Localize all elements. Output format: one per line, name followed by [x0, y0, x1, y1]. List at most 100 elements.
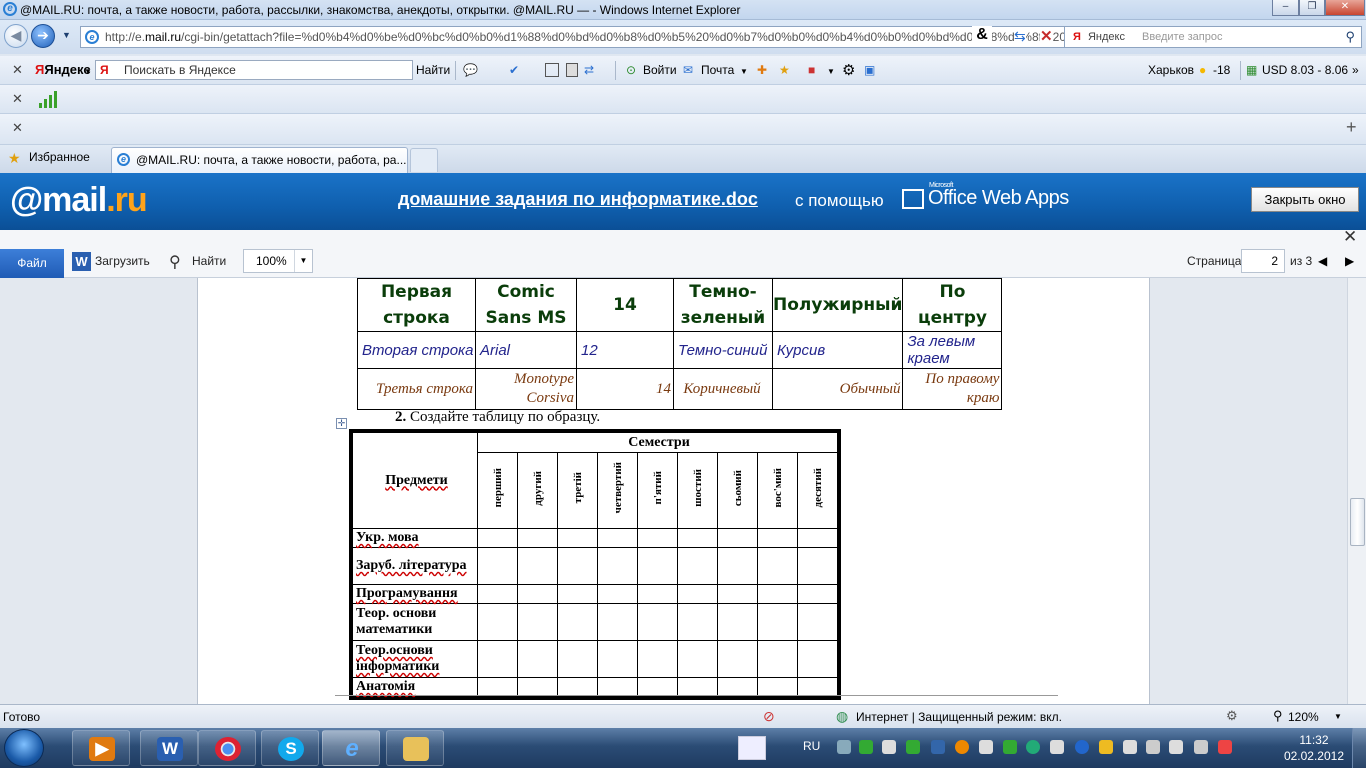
- tab-current[interactable]: e @MAIL.RU: почта, а также новости, рабо…: [111, 147, 408, 173]
- zoom-level[interactable]: 120%: [1288, 710, 1319, 724]
- clock[interactable]: 11:32 02.02.2012: [1284, 732, 1344, 764]
- taskbar-word[interactable]: W: [140, 730, 198, 766]
- system-tray: RU 11:32 02.02.2012: [738, 728, 1366, 768]
- table-cell: Вторая строка: [357, 331, 476, 369]
- subject-label: Анатомія: [356, 679, 416, 694]
- close-doc-icon[interactable]: ✕: [1343, 227, 1357, 247]
- tray-app-icon[interactable]: [979, 740, 993, 754]
- scrollbar-thumb[interactable]: [1350, 498, 1365, 546]
- tray-app-icon[interactable]: [882, 740, 896, 754]
- translate-page-icon[interactable]: ⇄: [584, 63, 594, 77]
- subject-cell: Укр. мова: [352, 528, 478, 548]
- weather-city[interactable]: Харьков: [1148, 63, 1194, 77]
- page-number-input[interactable]: 2: [1241, 249, 1285, 273]
- close-toolbar-icon[interactable]: ✕: [12, 91, 23, 107]
- address-bar[interactable]: e http://e.mail.ru/cgi-bin/getattach?fil…: [80, 26, 1090, 48]
- minimize-button[interactable]: –: [1272, 0, 1299, 16]
- vertical-scrollbar[interactable]: [1347, 278, 1366, 704]
- taskbar-ie[interactable]: e: [322, 730, 380, 766]
- start-button[interactable]: [4, 729, 44, 767]
- semester-header: п'ятий: [637, 452, 678, 529]
- table-row: Програмування: [352, 584, 838, 604]
- document-title-link[interactable]: домашние задания по информатике.doc: [398, 189, 758, 210]
- zoom-value: 100%: [256, 254, 287, 268]
- bookmarks-chevron-icon[interactable]: ▼: [827, 67, 835, 76]
- table-move-handle-icon[interactable]: ✛: [336, 418, 347, 429]
- prev-page-icon[interactable]: ◀: [1318, 254, 1327, 268]
- tray-app-icon[interactable]: [1003, 740, 1017, 754]
- yandex-find-button[interactable]: Найти: [416, 63, 450, 77]
- close-window-button[interactable]: ✕: [1325, 0, 1365, 16]
- add-icon[interactable]: +: [1346, 117, 1357, 138]
- gear-icon[interactable]: ⚙: [842, 61, 855, 79]
- volume-icon[interactable]: [1146, 740, 1160, 754]
- show-desktop-button[interactable]: [1352, 728, 1366, 768]
- zoom-chevron-icon[interactable]: ▼: [1334, 712, 1342, 721]
- yandex-brand[interactable]: ЯЯндекс: [35, 62, 91, 77]
- tablet-input-icon[interactable]: [738, 736, 766, 760]
- tray-app-icon[interactable]: [1026, 740, 1040, 754]
- download-button[interactable]: Загрузить: [95, 254, 150, 268]
- compat-view-icon[interactable]: &: [972, 26, 992, 44]
- tray-app-icon[interactable]: [955, 740, 969, 754]
- spellcheck-icon[interactable]: ✔: [509, 63, 519, 77]
- page-icon-button[interactable]: [566, 63, 578, 77]
- mailru-logo[interactable]: @mail.ru: [10, 181, 148, 220]
- search-icon[interactable]: ⚲: [1345, 27, 1355, 47]
- semester-header: вос'мий: [757, 452, 798, 529]
- semester-label: десятий: [811, 468, 824, 508]
- tray-app-icon[interactable]: [1050, 740, 1064, 754]
- protected-mode-icon[interactable]: ⚙: [1226, 708, 1238, 724]
- separator: [1240, 61, 1241, 80]
- refresh-icon[interactable]: ⇆: [1014, 28, 1026, 45]
- back-button[interactable]: ◀: [4, 24, 28, 48]
- bookmarks-icon[interactable]: ■: [808, 63, 815, 77]
- new-tab-button[interactable]: [410, 148, 438, 172]
- bookmark-add-icon[interactable]: ✚: [757, 63, 767, 77]
- tray-app-icon[interactable]: [1075, 740, 1089, 754]
- ie-search-box[interactable]: Я Яндекс Введите запрос ⚲: [1064, 26, 1362, 48]
- tray-app-icon[interactable]: [1218, 740, 1232, 754]
- stop-icon[interactable]: ✕: [1040, 27, 1053, 45]
- page-icon: e: [85, 30, 99, 44]
- currency-rate[interactable]: USD 8.03 - 8.06: [1262, 63, 1348, 77]
- taskbar-chrome[interactable]: [198, 730, 256, 766]
- close-window-button[interactable]: Закрыть окно: [1251, 187, 1359, 212]
- settings-icon[interactable]: ▣: [864, 63, 875, 77]
- tray-app-icon[interactable]: [1099, 740, 1113, 754]
- privacy-icon[interactable]: ⊘: [763, 708, 775, 725]
- mail-button[interactable]: Почта: [701, 63, 734, 77]
- zoom-select[interactable]: 100% ▼: [243, 249, 313, 273]
- history-dropdown-icon[interactable]: ▼: [62, 30, 71, 40]
- zoom-chevron-icon[interactable]: ▼: [294, 250, 312, 272]
- maximize-button[interactable]: ❐: [1299, 0, 1325, 16]
- tray-app-icon[interactable]: [1123, 740, 1137, 754]
- login-button[interactable]: Войти: [643, 63, 677, 77]
- table-cell: 14: [576, 368, 674, 410]
- favorites-star-icon[interactable]: ★: [779, 63, 790, 77]
- speech-bubble-icon[interactable]: 💬: [463, 63, 478, 77]
- tray-app-icon[interactable]: [837, 740, 851, 754]
- tray-app-icon[interactable]: [1194, 740, 1208, 754]
- forward-button[interactable]: ➔: [31, 24, 55, 48]
- tray-app-icon[interactable]: [859, 740, 873, 754]
- find-button[interactable]: Найти: [192, 254, 226, 268]
- translate-icon[interactable]: [545, 63, 559, 77]
- tray-app-icon[interactable]: [906, 740, 920, 754]
- close-toolbar-icon[interactable]: ✕: [12, 62, 23, 78]
- taskbar-explorer[interactable]: [386, 730, 444, 766]
- yandex-menu-chevron-icon[interactable]: ▼: [84, 67, 92, 76]
- file-menu-button[interactable]: Файл: [0, 249, 64, 278]
- security-zone[interactable]: Интернет | Защищенный режим: вкл.: [856, 710, 1062, 724]
- tray-app-icon[interactable]: [931, 740, 945, 754]
- mail-chevron-icon[interactable]: ▼: [740, 67, 748, 76]
- yandex-search-input[interactable]: Я Поискать в Яндексе: [95, 60, 413, 80]
- close-toolbar-icon[interactable]: ✕: [12, 120, 23, 136]
- taskbar-media-player[interactable]: ▶: [72, 730, 130, 766]
- more-chevron-icon[interactable]: »: [1352, 63, 1359, 77]
- network-icon[interactable]: [1169, 740, 1183, 754]
- language-indicator[interactable]: RU: [803, 739, 820, 753]
- taskbar-skype[interactable]: S: [261, 730, 319, 766]
- next-page-icon[interactable]: ▶: [1345, 254, 1354, 268]
- favorites-button[interactable]: Избранное: [29, 150, 90, 164]
